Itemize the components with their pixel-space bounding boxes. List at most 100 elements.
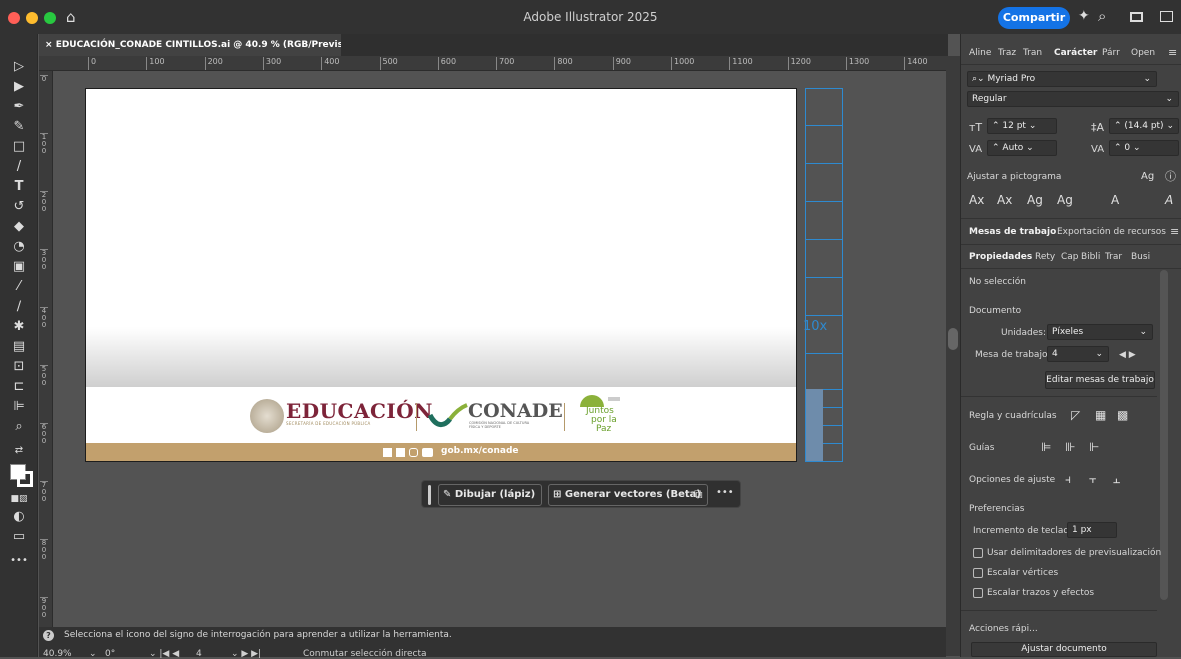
eyedropper-tool-icon[interactable]: ⁄ <box>9 278 29 296</box>
tracking-field[interactable]: ⌃ 0 ⌄ <box>1109 140 1179 156</box>
generate-vectors-button[interactable]: ⊞ Generar vectores (Beta) <box>548 484 708 506</box>
drag-handle[interactable] <box>428 485 431 505</box>
guides-show-icon[interactable]: ⊫ <box>1041 440 1051 454</box>
hand-tool-icon[interactable]: ⊏ <box>9 378 29 396</box>
shape-builder-tool-icon[interactable]: ◔ <box>9 238 29 256</box>
preview-bounds-checkbox[interactable] <box>973 548 983 558</box>
artboard-number-select[interactable]: 4 <box>196 649 202 659</box>
search-icon[interactable]: ⌕ <box>1098 7 1106 25</box>
snap-glyph-icon[interactable]: ⫠ <box>1113 472 1120 486</box>
grid-icon[interactable]: ▦ <box>1095 408 1106 422</box>
panel-toggle-icon[interactable] <box>1160 11 1173 22</box>
curvature-tool-icon[interactable]: ✎ <box>9 118 29 136</box>
tab-properties[interactable]: Propiedades <box>969 252 1032 262</box>
workspace-icon[interactable] <box>1130 12 1143 22</box>
snap-point-icon[interactable]: ⫞ <box>1065 472 1071 486</box>
tab-capas[interactable]: Cap <box>1061 252 1079 262</box>
help-icon[interactable]: ? <box>43 630 54 641</box>
artboard-tool-icon[interactable]: ⊡ <box>9 358 29 376</box>
transparency-grid-icon[interactable]: ▩ <box>1117 408 1128 422</box>
type-tool-icon[interactable]: T <box>9 178 29 196</box>
tab-align[interactable]: Aline <box>969 48 991 58</box>
keyboard-increment-field[interactable]: 1 px <box>1067 522 1117 538</box>
angular-snap-icon[interactable]: A <box>1111 193 1119 207</box>
panel-menu-icon[interactable]: ≡ <box>1170 225 1179 238</box>
settings-icon[interactable]: ⧉ <box>694 487 703 502</box>
glyph-icon[interactable]: Ag <box>1141 170 1154 184</box>
smart-guides-icon[interactable]: ⊩ <box>1089 440 1099 454</box>
direct-selection-tool-icon[interactable]: ▶ <box>9 78 29 96</box>
drawing-mode-icon[interactable]: ◐ <box>9 508 29 526</box>
swap-colors-icon[interactable]: ⇄ <box>9 442 29 460</box>
discover-icon[interactable]: ✦ <box>1078 8 1090 24</box>
baseline-snap-icon[interactable]: Ax <box>969 193 984 207</box>
units-select[interactable]: Píxeles ⌄ <box>1047 324 1153 340</box>
edit-toolbar-icon[interactable]: ••• <box>9 552 29 570</box>
rectangle-tool-icon[interactable]: □ <box>9 138 29 156</box>
tab-search[interactable]: Busi <box>1131 252 1150 262</box>
zoom-select[interactable]: 40.9% <box>43 649 72 659</box>
document-tab[interactable]: × EDUCACIÓN_CONADE CINTILLOS.ai @ 40.9 %… <box>39 34 341 56</box>
fit-document-button[interactable]: Ajustar documento <box>971 642 1157 657</box>
tab-asset-export[interactable]: Exportación de recursos <box>1057 227 1167 237</box>
eraser-tool-icon[interactable]: ◆ <box>9 218 29 236</box>
rotation-select[interactable]: 0° <box>105 649 115 659</box>
anchor-snap-icon[interactable]: A <box>1165 193 1173 207</box>
gradient-tool-icon[interactable]: ▣ <box>9 258 29 276</box>
more-options-button[interactable]: ••• <box>716 487 734 498</box>
xheight-snap-icon[interactable]: Ax <box>997 193 1012 207</box>
share-button[interactable]: Compartir <box>998 7 1070 29</box>
artboard-prev-next-icons[interactable]: ◀ ▶ <box>1119 350 1136 360</box>
snap-pixel-icon[interactable]: ⫟ <box>1089 472 1096 486</box>
color-mode-icon[interactable]: ■▨ <box>9 490 29 508</box>
tab-transform[interactable]: Trar <box>1105 252 1122 262</box>
blend-tool-icon[interactable]: ∕ <box>9 298 29 316</box>
scale-strokes-checkbox[interactable] <box>973 588 983 598</box>
font-size-field[interactable]: ⌃ 12 pt ⌄ <box>987 118 1057 134</box>
align-tool-icon[interactable]: ⊫ <box>9 398 29 416</box>
proximity-snap-icon[interactable]: Ag <box>1057 193 1073 207</box>
info-icon[interactable]: ⓘ <box>1165 170 1176 184</box>
draw-pencil-button[interactable]: ✎ Dibujar (lápiz) <box>438 484 543 506</box>
artboard-next-last-icons[interactable]: ⌄ ▶ ▶| <box>231 649 261 659</box>
status-mode[interactable]: Conmutar selección directa <box>303 649 427 659</box>
graph-tool-icon[interactable]: ▤ <box>9 338 29 356</box>
symbol-sprayer-tool-icon[interactable]: ✱ <box>9 318 29 336</box>
rotate-tool-icon[interactable]: ↺ <box>9 198 29 216</box>
tab-character[interactable]: Carácter <box>1054 48 1097 58</box>
artboard-select[interactable]: 4 ⌄ <box>1047 346 1109 362</box>
artboard[interactable]: EDUCACIÓN SECRETARÍA DE EDUCACIÓN PÚBLIC… <box>85 88 797 462</box>
tab-layers[interactable]: Rety <box>1035 252 1055 262</box>
panel-menu-icon[interactable]: ≡ <box>1168 46 1177 59</box>
vertical-ruler[interactable]: 0 1 0 0 2 0 0 3 0 0 4 0 0 5 0 0 6 0 0 7 0 0 8 0 … <box>39 71 53 627</box>
tab-libraries[interactable]: Bibli <box>1081 252 1100 262</box>
tab-artboards[interactable]: Mesas de trabajo <box>969 227 1056 237</box>
ruler-tick-label: 400 <box>321 57 339 70</box>
horizontal-ruler[interactable]: 0 100 200 300 400 500 600 700 800 900 1000 1100 1200… <box>39 56 946 71</box>
font-family-select[interactable]: ⌕⌄ Myriad Pro ⌄ <box>967 71 1157 87</box>
tab-stroke[interactable]: Traz <box>998 48 1016 58</box>
close-tab-icon[interactable]: × <box>45 40 53 50</box>
edit-artboards-button[interactable]: Editar mesas de trabajo <box>1045 371 1155 389</box>
chevron-down-icon[interactable]: ⌄ <box>89 649 97 659</box>
tab-paragraph[interactable]: Párr <box>1102 48 1120 58</box>
screen-mode-icon[interactable]: ▭ <box>9 528 29 546</box>
tab-transparency[interactable]: Tran <box>1023 48 1042 58</box>
glyph-bounds-snap-icon[interactable]: Ag <box>1027 193 1043 207</box>
scale-corners-checkbox[interactable] <box>973 568 983 578</box>
zoom-tool-icon[interactable]: ⌕ <box>9 418 29 436</box>
kerning-field[interactable]: ⌃ Auto ⌄ <box>987 140 1057 156</box>
leading-field[interactable]: ⌃ (14.4 pt) ⌄ <box>1109 118 1179 134</box>
tab-opentype[interactable]: Open <box>1131 48 1155 58</box>
ruler-icon[interactable]: ◸ <box>1071 408 1080 422</box>
pen-tool-icon[interactable]: ✒ <box>9 98 29 116</box>
canvas-vertical-scrollbar[interactable] <box>946 56 960 656</box>
scroll-thumb[interactable] <box>948 328 958 350</box>
repeat-grid[interactable] <box>805 88 843 462</box>
guides-lock-icon[interactable]: ⊪ <box>1065 440 1075 454</box>
font-style-select[interactable]: Regular ⌄ <box>967 91 1179 107</box>
artboard-first-prev-icons[interactable]: ⌄ |◀ ◀ <box>149 649 179 659</box>
selection-tool-icon[interactable]: ▷ <box>9 58 29 76</box>
stroke-color-swatch[interactable] <box>17 471 33 487</box>
pencil-tool-icon[interactable]: / <box>9 158 29 176</box>
